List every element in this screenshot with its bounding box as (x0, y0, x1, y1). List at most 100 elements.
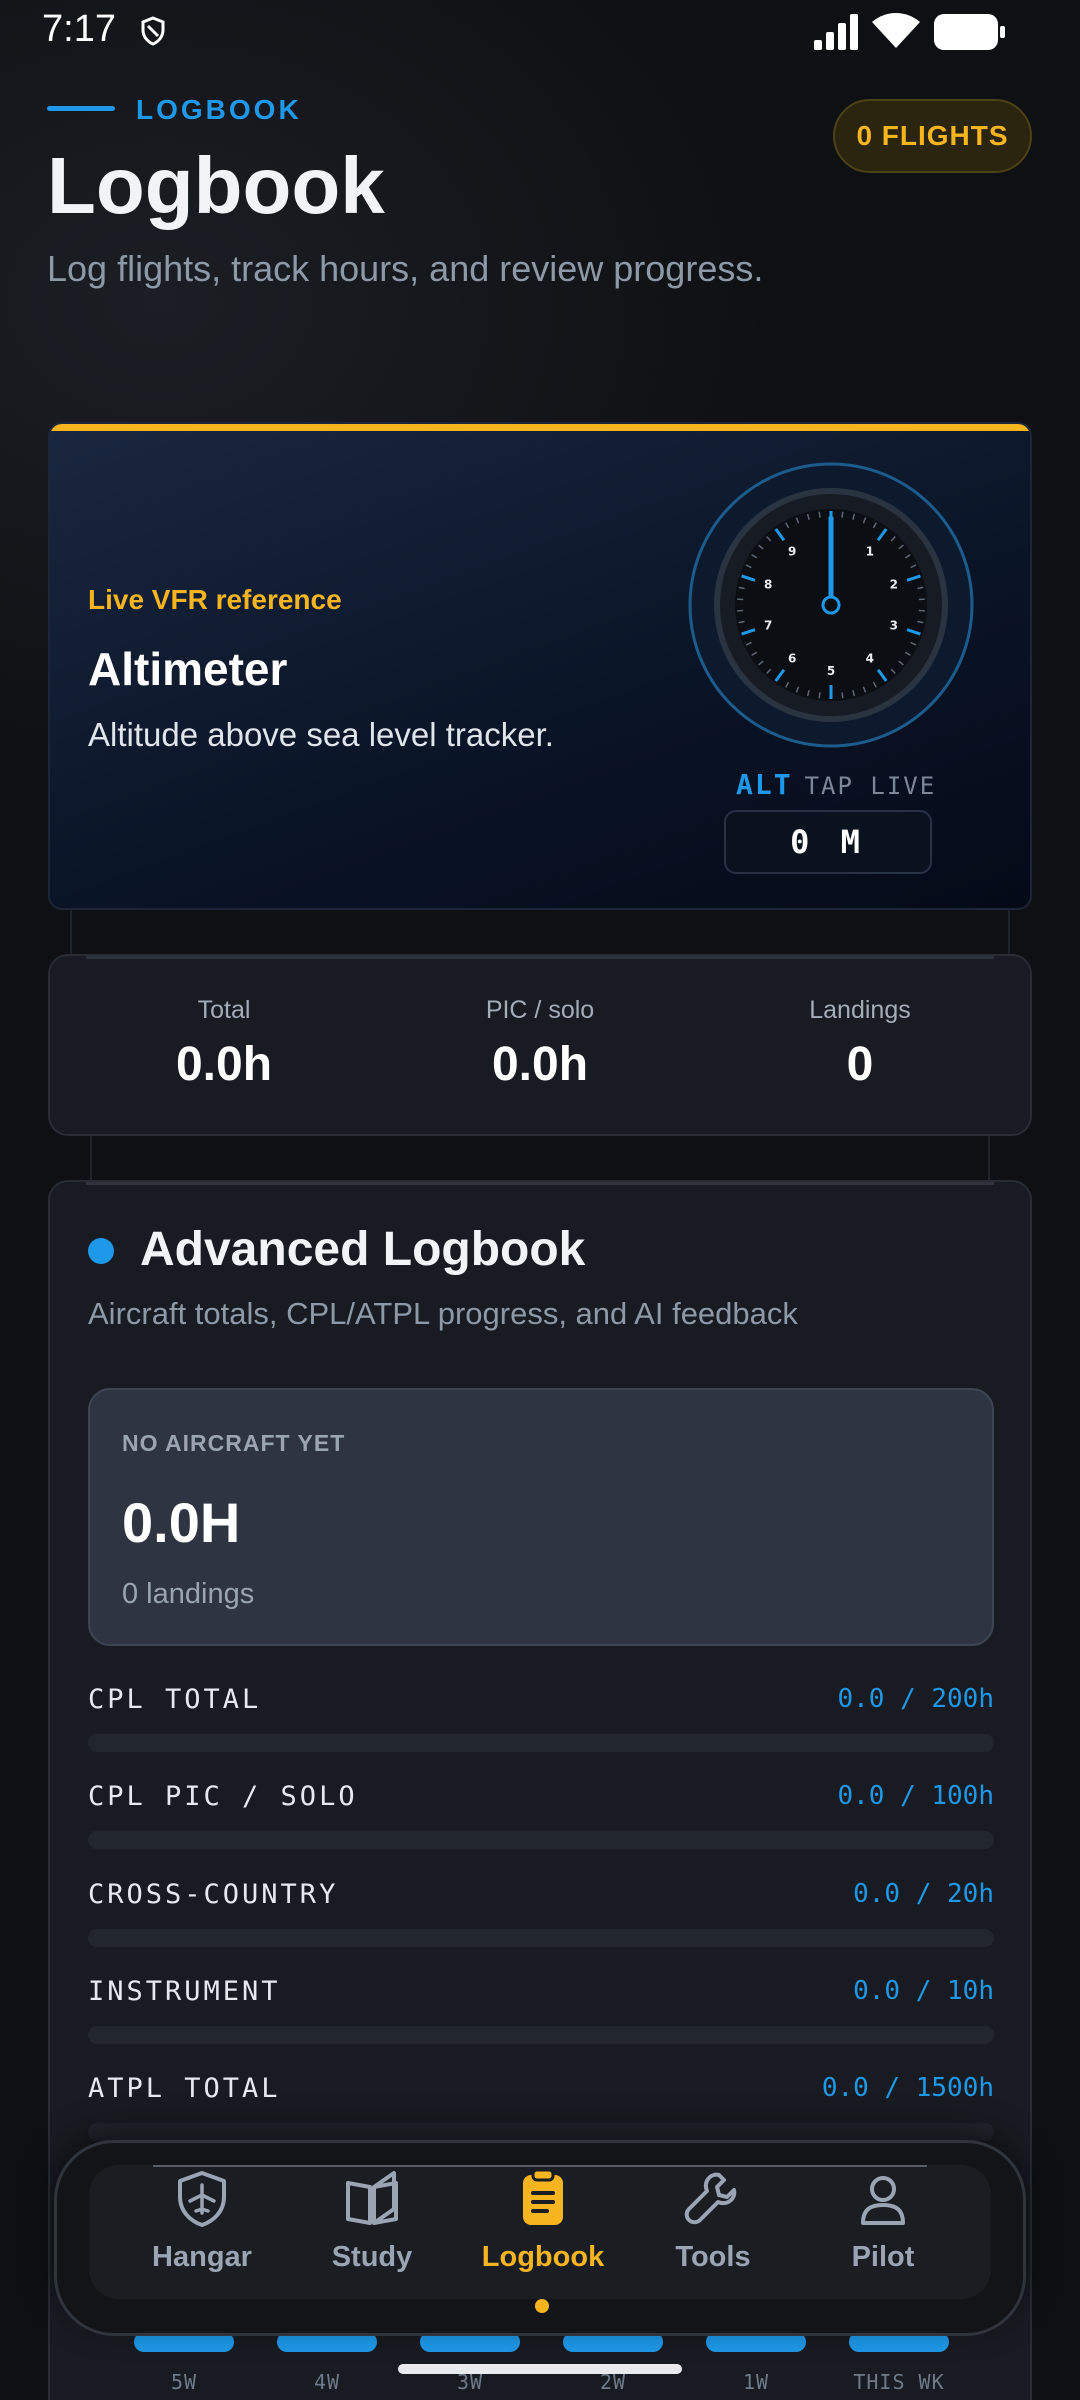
progress-label: CPL TOTAL (88, 1684, 262, 1715)
stat-pic-solo: PIC / solo 0.0h (390, 996, 690, 1092)
progress-value: 0.0 / 10h (853, 1976, 994, 2006)
week-column: THIS WK (849, 2332, 949, 2394)
flight-stats-card: Total 0.0h PIC / solo 0.0h Landings 0 (48, 954, 1032, 1136)
week-column: 3W (420, 2332, 520, 2394)
book-icon (346, 2171, 398, 2225)
week-column: 4W (277, 2332, 377, 2394)
stat-label: Landings (809, 996, 911, 1024)
stat-value: 0 (846, 1038, 874, 1091)
progress-value: 0.0 / 1500h (821, 2073, 994, 2103)
altimeter-card[interactable]: Live VFR reference Altimeter Altitude ab… (48, 422, 1032, 910)
card-topline (86, 1182, 994, 1185)
clipboard-icon (523, 2169, 563, 2225)
signal-icon (814, 14, 858, 50)
progress-label: ATPL TOTAL (88, 2073, 281, 2104)
week-label: THIS WK (853, 2370, 945, 2394)
gauge-number: 6 (788, 651, 796, 665)
wifi-icon (872, 13, 920, 48)
nav-label: Hangar (152, 2241, 252, 2273)
nav-item-pilot[interactable]: Pilot (808, 2169, 958, 2309)
nav-active-indicator (535, 2299, 549, 2313)
altimeter-label-row: ALT TAP LIVE (736, 768, 996, 801)
nav-label: Study (331, 2241, 413, 2273)
gauge-number: 7 (764, 618, 772, 632)
gauge-number: 4 (866, 651, 874, 665)
gauge-tick (818, 692, 821, 699)
gauge-tick (818, 511, 821, 518)
nav-item-logbook[interactable]: Logbook (468, 2169, 618, 2313)
altimeter-description: Altitude above sea level tracker. (88, 716, 554, 753)
stat-label: Total (197, 996, 251, 1024)
progress-cross-country: CROSS-COUNTRY 0.0 / 20h (88, 1879, 994, 1949)
progress-value: 0.0 / 200h (837, 1684, 994, 1714)
gauge-tick (841, 511, 844, 518)
nav-topline (153, 2165, 927, 2167)
stat-value: 0.0h (491, 1038, 589, 1091)
week-label: 1W (742, 2370, 770, 2394)
progress-label: CROSS-COUNTRY (88, 1879, 339, 1910)
home-indicator[interactable] (398, 2364, 682, 2374)
week-column: 5W (134, 2332, 234, 2394)
progress-value: 0.0 / 100h (837, 1781, 994, 1811)
altimeter-hub (821, 595, 841, 615)
progress-track (88, 1831, 994, 1849)
airplane-shield-icon (178, 2171, 226, 2227)
altimeter-label: ALT (736, 768, 793, 801)
week-label: 4W (313, 2370, 341, 2394)
progress-cpl-pic-solo: CPL PIC / SOLO 0.0 / 100h (88, 1781, 994, 1851)
altimeter-tag: Live VFR reference (88, 584, 342, 615)
aircraft-label: NO AIRCRAFT YET (122, 1430, 346, 1456)
nav-label: Pilot (851, 2241, 915, 2273)
progress-value: 0.0 / 20h (853, 1879, 994, 1909)
progress-label: CPL PIC / SOLO (88, 1781, 358, 1812)
week-column: 1W (706, 2332, 806, 2394)
progress-atpl-total: ATPL TOTAL 0.0 / 1500h (88, 2073, 994, 2143)
status-time: 7:17 (42, 8, 116, 50)
flights-count-badge[interactable]: 0 FLIGHTS (833, 99, 1032, 173)
person-icon (861, 2176, 905, 2225)
stat-landings: Landings 0 (710, 996, 1010, 1092)
week-label: 5W (170, 2370, 198, 2394)
stat-total: Total 0.0h (74, 996, 374, 1092)
card-topline (86, 956, 994, 959)
bottom-navigation: Hangar Study Logbook Tools Pilot (54, 2140, 1026, 2336)
progress-track (88, 1929, 994, 1947)
altimeter-title: Altimeter (88, 643, 288, 695)
gauge-number: 3 (890, 618, 898, 632)
week-column: 2W (563, 2332, 663, 2394)
stat-value: 0.0h (175, 1038, 273, 1091)
gauge-tick (841, 692, 844, 699)
gauge-number: 2 (890, 578, 898, 592)
aircraft-hours: 0.0H (122, 1491, 241, 1554)
progress-label: INSTRUMENT (88, 1976, 281, 2007)
status-bar: 7:17 (0, 0, 1080, 60)
section-dot (88, 1238, 114, 1264)
page-eyebrow: LOGBOOK (136, 94, 302, 125)
altimeter-gauge[interactable]: 1 2 3 4 5 6 7 8 9 (686, 460, 976, 750)
altimeter-readout: 0 M (724, 810, 932, 874)
aircraft-landings: 0 landings (122, 1578, 255, 1610)
gauge-number: 1 (866, 545, 874, 559)
stat-label: PIC / solo (485, 996, 595, 1024)
nav-item-tools[interactable]: Tools (638, 2169, 788, 2309)
altimeter-live-hint[interactable]: TAP LIVE (805, 772, 937, 800)
progress-cpl-total: CPL TOTAL 0.0 / 200h (88, 1684, 994, 1754)
page-subtitle: Log flights, track hours, and review pro… (47, 248, 764, 289)
gauge-number: 9 (788, 545, 796, 559)
card-connector (90, 1136, 990, 1180)
card-connector (70, 910, 1010, 954)
nav-item-study[interactable]: Study (297, 2169, 447, 2309)
advanced-logbook-title: Advanced Logbook (140, 1223, 586, 1276)
nav-item-hangar[interactable]: Hangar (127, 2169, 277, 2309)
progress-track (88, 2026, 994, 2044)
battery-icon (934, 14, 1005, 50)
aircraft-summary[interactable]: NO AIRCRAFT YET 0.0H 0 landings (88, 1388, 994, 1646)
progress-instrument: INSTRUMENT 0.0 / 10h (88, 1976, 994, 2046)
nav-label: Logbook (481, 2241, 605, 2273)
shield-icon (141, 16, 165, 46)
progress-track (88, 1734, 994, 1752)
progress-track (88, 2123, 994, 2141)
gauge-number: 8 (764, 578, 772, 592)
page-title: Logbook (47, 141, 385, 230)
eyebrow-line (47, 106, 115, 111)
